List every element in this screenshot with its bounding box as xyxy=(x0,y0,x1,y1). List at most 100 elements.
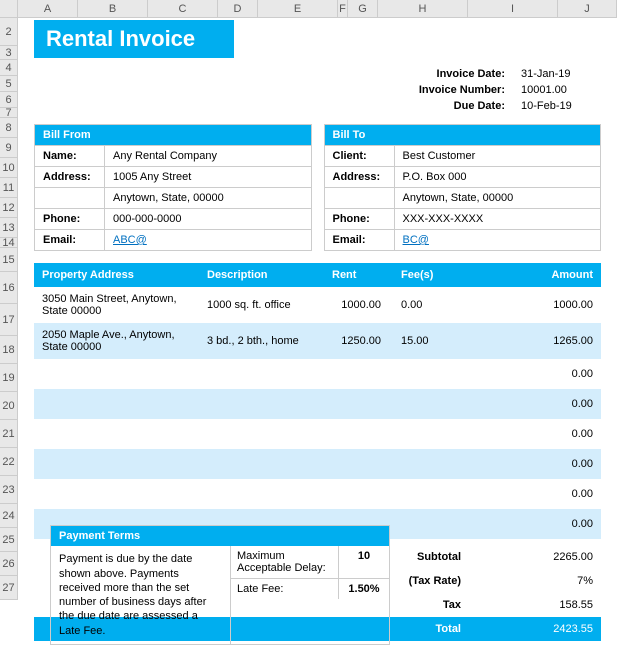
from-email-link[interactable]: ABC@ xyxy=(113,234,147,246)
col-header-H[interactable]: H xyxy=(378,0,468,17)
row-header-12[interactable]: 12 xyxy=(0,198,18,218)
col-header-B[interactable]: B xyxy=(78,0,148,17)
tax-value[interactable]: 158.55 xyxy=(481,599,601,611)
row-header-7[interactable]: 7 xyxy=(0,108,18,118)
col-header-J[interactable]: J xyxy=(558,0,617,17)
item-rent[interactable]: 1000.00 xyxy=(324,293,389,317)
item-rent[interactable]: 1250.00 xyxy=(324,329,389,353)
item-amt[interactable]: 1265.00 xyxy=(459,329,601,353)
item-amt[interactable]: 0.00 xyxy=(459,422,601,446)
col-header-A[interactable]: A xyxy=(18,0,78,17)
row-header-10[interactable]: 10 xyxy=(0,158,18,178)
item-desc[interactable]: 1000 sq. ft. office xyxy=(199,293,324,317)
item-fee[interactable] xyxy=(389,488,459,500)
row-header-20[interactable]: 20 xyxy=(0,392,18,420)
item-prop[interactable] xyxy=(34,488,199,500)
to-phone[interactable]: XXX-XXX-XXXX xyxy=(395,209,601,229)
item-rent[interactable] xyxy=(324,398,389,410)
item-amt[interactable]: 0.00 xyxy=(459,452,601,476)
item-fee[interactable] xyxy=(389,458,459,470)
to-email-label: Email: xyxy=(325,230,395,250)
item-desc[interactable] xyxy=(199,398,324,410)
to-client[interactable]: Best Customer xyxy=(395,146,601,166)
row-header-14[interactable]: 14 xyxy=(0,238,18,248)
row-header-2[interactable]: 2 xyxy=(0,18,18,46)
from-name[interactable]: Any Rental Company xyxy=(105,146,311,166)
item-amt[interactable]: 0.00 xyxy=(459,362,601,386)
col-header-D[interactable]: D xyxy=(218,0,258,17)
item-desc[interactable]: 3 bd., 2 bth., home xyxy=(199,329,324,353)
item-fee[interactable] xyxy=(389,428,459,440)
item-fee[interactable]: 15.00 xyxy=(389,329,459,353)
meta-due-date: Due Date: 10-Feb-19 xyxy=(34,98,601,114)
invoice-meta: Invoice Date: 31-Jan-19 Invoice Number: … xyxy=(34,66,601,114)
due-date-value[interactable]: 10-Feb-19 xyxy=(521,98,601,114)
col-header-I[interactable]: I xyxy=(468,0,558,17)
row-header-26[interactable]: 26 xyxy=(0,552,18,576)
item-rent[interactable] xyxy=(324,458,389,470)
row-header-18[interactable]: 18 xyxy=(0,336,18,364)
row-header-24[interactable]: 24 xyxy=(0,504,18,528)
invoice-date-value[interactable]: 31-Jan-19 xyxy=(521,66,601,82)
total-value[interactable]: 2423.55 xyxy=(481,619,601,639)
item-desc[interactable] xyxy=(199,458,324,470)
item-fee[interactable] xyxy=(389,368,459,380)
item-prop[interactable] xyxy=(34,458,199,470)
item-amt[interactable]: 0.00 xyxy=(459,482,601,506)
row-header-22[interactable]: 22 xyxy=(0,448,18,476)
item-prop[interactable]: 3050 Main Street, Anytown, State 00000 xyxy=(34,287,199,323)
item-amt[interactable]: 0.00 xyxy=(459,512,601,536)
row-header-4[interactable]: 4 xyxy=(0,60,18,76)
row-header-25[interactable]: 25 xyxy=(0,528,18,552)
terms-text: Payment is due by the date shown above. … xyxy=(51,546,231,644)
item-fee[interactable] xyxy=(389,398,459,410)
item-prop[interactable] xyxy=(34,398,199,410)
item-prop[interactable] xyxy=(34,368,199,380)
row-header-5[interactable]: 5 xyxy=(0,76,18,92)
row-header-15[interactable]: 15 xyxy=(0,248,18,272)
to-address1[interactable]: P.O. Box 000 xyxy=(395,167,601,187)
item-rent[interactable] xyxy=(324,488,389,500)
item-amt[interactable]: 0.00 xyxy=(459,392,601,416)
col-header-G[interactable]: G xyxy=(348,0,378,17)
delay-value[interactable]: 10 xyxy=(339,546,389,578)
bill-to-block: Bill To Client:Best Customer Address:P.O… xyxy=(324,124,602,251)
row-header-17[interactable]: 17 xyxy=(0,304,18,336)
item-desc[interactable] xyxy=(199,428,324,440)
item-fee[interactable]: 0.00 xyxy=(389,293,459,317)
row-header-9[interactable]: 9 xyxy=(0,138,18,158)
terms-header: Payment Terms xyxy=(51,526,389,546)
row-header-16[interactable]: 16 xyxy=(0,272,18,304)
from-address1[interactable]: 1005 Any Street xyxy=(105,167,311,187)
item-desc[interactable] xyxy=(199,488,324,500)
row-header-6[interactable]: 6 xyxy=(0,92,18,108)
item-prop[interactable] xyxy=(34,428,199,440)
row-header-11[interactable]: 11 xyxy=(0,178,18,198)
row-header-21[interactable]: 21 xyxy=(0,420,18,448)
payment-terms-block: Payment Terms Payment is due by the date… xyxy=(50,525,390,645)
row-header-13[interactable]: 13 xyxy=(0,218,18,238)
col-header-E[interactable]: E xyxy=(258,0,338,17)
row-header-23[interactable]: 23 xyxy=(0,476,18,504)
col-header-C[interactable]: C xyxy=(148,0,218,17)
to-address2[interactable]: Anytown, State, 00000 xyxy=(395,188,601,208)
row-header-19[interactable]: 19 xyxy=(0,364,18,392)
late-fee-value[interactable]: 1.50% xyxy=(339,579,389,599)
item-rent[interactable] xyxy=(324,428,389,440)
subtotal-value[interactable]: 2265.00 xyxy=(481,551,601,563)
col-fee: Fee(s) xyxy=(389,263,459,287)
row-header-8[interactable]: 8 xyxy=(0,118,18,138)
item-prop[interactable]: 2050 Maple Ave., Anytown, State 00000 xyxy=(34,323,199,359)
item-rent[interactable] xyxy=(324,368,389,380)
tax-rate-value[interactable]: 7% xyxy=(481,575,601,587)
row-header-27[interactable]: 27 xyxy=(0,576,18,600)
invoice-number-value[interactable]: 10001.00 xyxy=(521,82,601,98)
item-amt[interactable]: 1000.00 xyxy=(459,293,601,317)
item-fee[interactable] xyxy=(389,518,459,530)
row-header-3[interactable]: 3 xyxy=(0,46,18,60)
col-header-F[interactable]: F xyxy=(338,0,348,17)
from-address2[interactable]: Anytown, State, 00000 xyxy=(105,188,311,208)
from-phone[interactable]: 000-000-0000 xyxy=(105,209,311,229)
item-desc[interactable] xyxy=(199,368,324,380)
to-email-link[interactable]: BC@ xyxy=(403,234,429,246)
